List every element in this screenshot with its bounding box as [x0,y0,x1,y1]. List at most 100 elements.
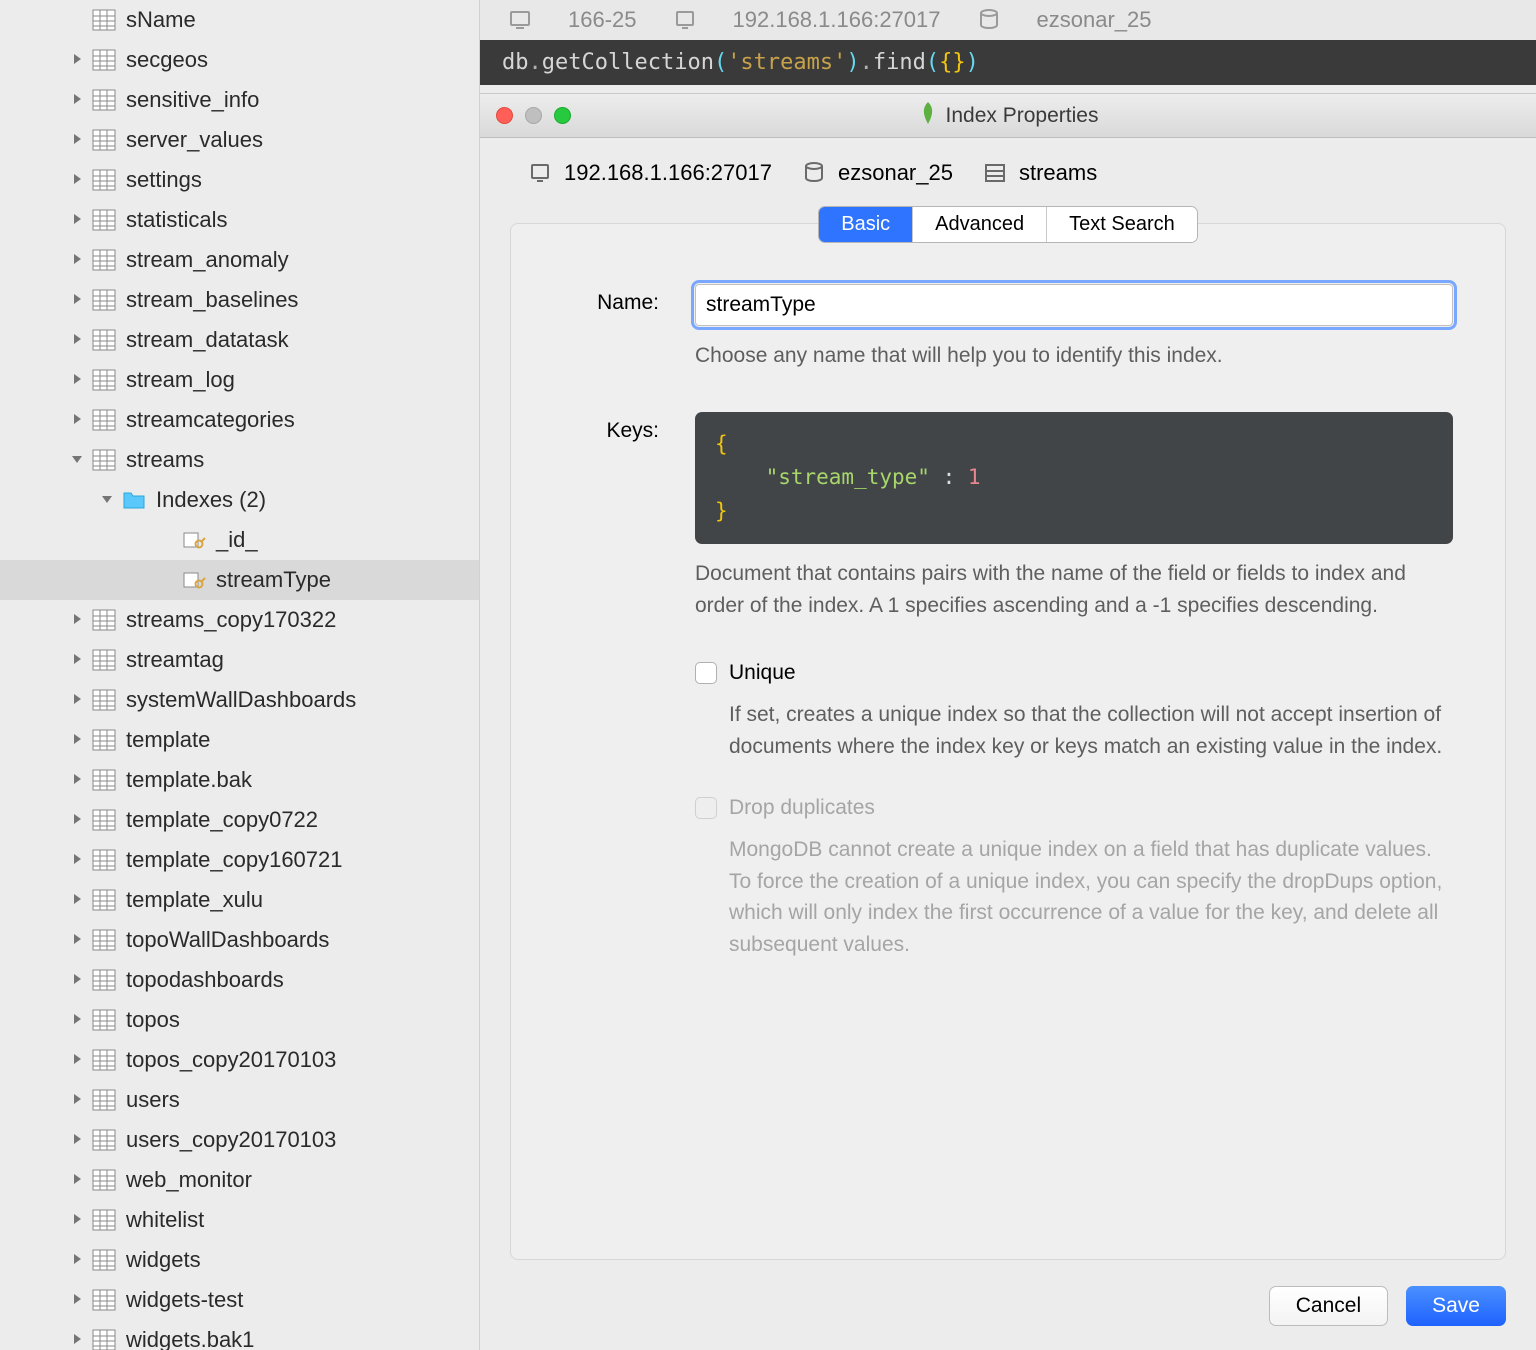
disclosure-triangle-icon[interactable] [70,1252,86,1268]
tree-collection[interactable]: streams_copy170322 [0,600,479,640]
tree-collection[interactable]: stream_log [0,360,479,400]
keys-code[interactable]: { "stream_type" : 1 } [695,412,1453,545]
keys-label: Keys: [563,412,659,443]
disclosure-triangle-icon[interactable] [70,372,86,388]
window-minimize-icon[interactable] [525,107,542,124]
tree-collection[interactable]: template.bak [0,760,479,800]
disclosure-triangle-icon[interactable] [160,572,176,588]
tree-collection[interactable]: topos [0,1000,479,1040]
disclosure-triangle-icon[interactable] [70,212,86,228]
tree-collection[interactable]: template [0,720,479,760]
disclosure-triangle-icon[interactable] [70,332,86,348]
disclosure-triangle-icon[interactable] [70,1092,86,1108]
tree-collection[interactable]: server_values [0,120,479,160]
disclosure-triangle-icon[interactable] [70,52,86,68]
collection-icon [92,248,116,272]
tree-collection[interactable]: stream_baselines [0,280,479,320]
tree-folder[interactable]: Indexes (2) [0,480,479,520]
disclosure-triangle-icon[interactable] [70,932,86,948]
disclosure-triangle-icon[interactable] [70,812,86,828]
tree-collection[interactable]: sName [0,0,479,40]
dialog-panel: Name: Choose any name that will help you… [510,223,1506,1260]
tab-text-search[interactable]: Text Search [1046,207,1197,242]
tree-label: systemWallDashboards [126,687,356,713]
tree-collection[interactable]: template_xulu [0,880,479,920]
tree-collection[interactable]: settings [0,160,479,200]
tree-label: streamtag [126,647,224,673]
tree-collection[interactable]: streamcategories [0,400,479,440]
disclosure-triangle-icon[interactable] [70,452,86,468]
disclosure-triangle-icon[interactable] [70,692,86,708]
disclosure-triangle-icon[interactable] [70,252,86,268]
save-button[interactable]: Save [1406,1286,1506,1326]
tree-collection[interactable]: widgets-test [0,1280,479,1320]
tab-basic[interactable]: Basic [819,207,912,242]
window-zoom-icon[interactable] [554,107,571,124]
disclosure-triangle-icon[interactable] [70,132,86,148]
tree-label: template_copy160721 [126,847,343,873]
tree-collection[interactable]: systemWallDashboards [0,680,479,720]
tree-collection[interactable]: whitelist [0,1200,479,1240]
disclosure-triangle-icon[interactable] [70,92,86,108]
tree-collection[interactable]: topos_copy20170103 [0,1040,479,1080]
tree-collection[interactable]: topodashboards [0,960,479,1000]
disclosure-triangle-icon[interactable] [70,172,86,188]
tree-collection[interactable]: stream_anomaly [0,240,479,280]
tree-collection[interactable]: stream_datatask [0,320,479,360]
query-bar[interactable]: db.getCollection('streams').find({}) [480,40,1536,85]
disclosure-triangle-icon[interactable] [70,12,86,28]
tree-collection[interactable]: secgeos [0,40,479,80]
unique-hint: If set, creates a unique index so that t… [729,699,1453,762]
disclosure-triangle-icon[interactable] [70,772,86,788]
name-label: Name: [563,284,659,315]
tree-index[interactable]: streamType [0,560,479,600]
tree-collection[interactable]: template_copy160721 [0,840,479,880]
tree-label: whitelist [126,1207,204,1233]
disclosure-triangle-icon[interactable] [70,412,86,428]
crumb-a: 166-25 [568,7,637,33]
disclosure-triangle-icon[interactable] [100,492,116,508]
disclosure-triangle-icon[interactable] [70,612,86,628]
tree-collection[interactable]: widgets [0,1240,479,1280]
disclosure-triangle-icon[interactable] [70,1172,86,1188]
tree-collection[interactable]: streamtag [0,640,479,680]
disclosure-triangle-icon[interactable] [160,532,176,548]
window-close-icon[interactable] [496,107,513,124]
tree-collection[interactable]: web_monitor [0,1160,479,1200]
disclosure-triangle-icon[interactable] [70,1292,86,1308]
disclosure-triangle-icon[interactable] [70,1132,86,1148]
disclosure-triangle-icon[interactable] [70,1332,86,1348]
disclosure-triangle-icon[interactable] [70,852,86,868]
tree-index[interactable]: _id_ [0,520,479,560]
tree-collection[interactable]: topoWallDashboards [0,920,479,960]
disclosure-triangle-icon[interactable] [70,1012,86,1028]
disclosure-triangle-icon[interactable] [70,1052,86,1068]
tree-label: Indexes (2) [156,487,266,513]
sidebar: sNamesecgeossensitive_infoserver_valuess… [0,0,480,1350]
unique-title: Unique [729,661,796,685]
tree-collection[interactable]: template_copy0722 [0,800,479,840]
tree-collection[interactable]: streams [0,440,479,480]
tree-collection[interactable]: sensitive_info [0,80,479,120]
collection-icon [92,1288,116,1312]
tab-advanced[interactable]: Advanced [912,207,1046,242]
tree-label: template.bak [126,767,252,793]
computer-icon [506,9,534,31]
disclosure-triangle-icon[interactable] [70,292,86,308]
disclosure-triangle-icon[interactable] [70,1212,86,1228]
tree-collection[interactable]: statisticals [0,200,479,240]
tree-collection[interactable]: users_copy20170103 [0,1120,479,1160]
name-input[interactable] [695,284,1453,326]
tree-collection[interactable]: users [0,1080,479,1120]
tree-label: topoWallDashboards [126,927,329,953]
collection-icon [92,1208,116,1232]
cancel-button[interactable]: Cancel [1269,1286,1388,1326]
unique-checkbox[interactable] [695,662,717,684]
index-properties-dialog: Index Properties 192.168.1.166:27017 ezs… [480,93,1536,1350]
disclosure-triangle-icon[interactable] [70,732,86,748]
disclosure-triangle-icon[interactable] [70,972,86,988]
disclosure-triangle-icon[interactable] [70,652,86,668]
tree-collection[interactable]: widgets.bak1 [0,1320,479,1350]
tree-label: users [126,1087,180,1113]
disclosure-triangle-icon[interactable] [70,892,86,908]
